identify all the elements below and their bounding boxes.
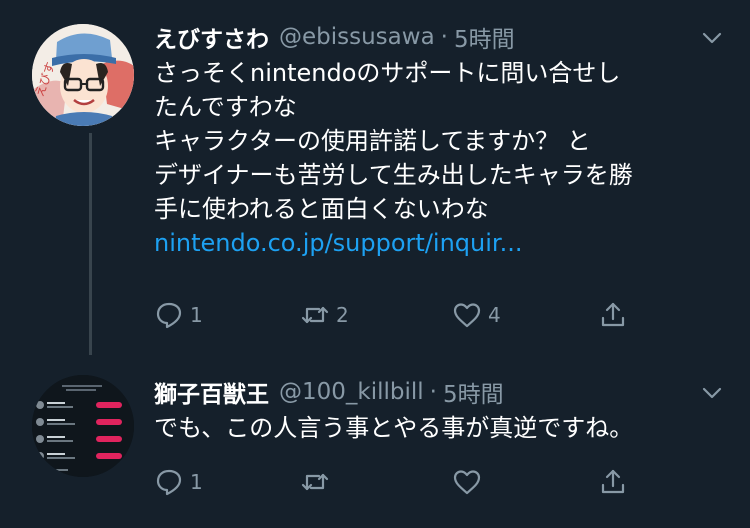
- timestamp[interactable]: 5時間: [443, 375, 504, 409]
- tweet-text: でも、この人言う事とやる事が真逆ですね。: [154, 411, 734, 445]
- user-handle[interactable]: @100_killbill: [279, 379, 424, 405]
- like-icon: [452, 467, 482, 497]
- retweet-icon: [300, 300, 330, 330]
- chevron-down-icon[interactable]: [700, 381, 724, 405]
- tweet-actions: 1: [154, 467, 634, 507]
- tweet-header: 獅子百獣王 @100_killbill · 5時間: [154, 375, 504, 409]
- timestamp[interactable]: 5時間: [454, 20, 515, 54]
- like-button[interactable]: [452, 467, 488, 497]
- avatar[interactable]: [32, 375, 134, 477]
- avatar[interactable]: えびす: [32, 24, 134, 126]
- tweet-header: えびすさわ @ebissusawa · 5時間: [154, 20, 515, 54]
- tweet-link[interactable]: nintendo.co.jp/support/inquir...: [154, 226, 734, 260]
- tweet-actions: 1 2 4: [154, 300, 634, 340]
- tweet-text-line: さっそくnintendoのサポートに問い合せし: [154, 59, 621, 87]
- reply-icon: [154, 300, 184, 330]
- share-button[interactable]: [598, 300, 628, 330]
- reply-count: 1: [190, 470, 203, 494]
- reply-button[interactable]: 1: [154, 300, 203, 330]
- display-name[interactable]: 獅子百獣王: [154, 375, 269, 409]
- like-icon: [452, 300, 482, 330]
- retweet-count: 2: [336, 303, 349, 327]
- share-button[interactable]: [598, 467, 628, 497]
- like-button[interactable]: 4: [452, 300, 501, 330]
- share-icon: [598, 467, 628, 497]
- share-icon: [598, 300, 628, 330]
- reply-icon: [154, 467, 184, 497]
- tweet-text-line: 手に使われると面白くないわな: [154, 195, 489, 223]
- tweet-text-line: たんですわな: [154, 93, 297, 121]
- separator-dot: ·: [429, 379, 437, 405]
- retweet-icon: [300, 467, 330, 497]
- chevron-down-icon[interactable]: [700, 26, 724, 50]
- tweet[interactable]: 獅子百獣王 @100_killbill · 5時間 でも、この人言う事とやる事が…: [0, 355, 750, 528]
- reply-button[interactable]: 1: [154, 467, 203, 497]
- tweet-text-line: デザイナーも苦労して生み出したキャラを勝: [154, 161, 633, 189]
- retweet-button[interactable]: [300, 467, 336, 497]
- tweet-text: さっそくnintendoのサポートに問い合せし たんですわな キャラクターの使用…: [154, 56, 734, 260]
- tweet[interactable]: えびす えびすさわ @ebissusawa · 5時間 さっそくnintendo…: [0, 0, 750, 355]
- reply-count: 1: [190, 303, 203, 327]
- retweet-button[interactable]: 2: [300, 300, 349, 330]
- display-name[interactable]: えびすさわ: [154, 20, 269, 54]
- tweet-text-line: キャラクターの使用許諾してますか？ と: [154, 127, 591, 155]
- separator-dot: ·: [440, 24, 448, 50]
- like-count: 4: [488, 303, 501, 327]
- user-handle[interactable]: @ebissusawa: [279, 24, 435, 50]
- tweet-text-line: でも、この人言う事とやる事が真逆ですね。: [154, 414, 634, 442]
